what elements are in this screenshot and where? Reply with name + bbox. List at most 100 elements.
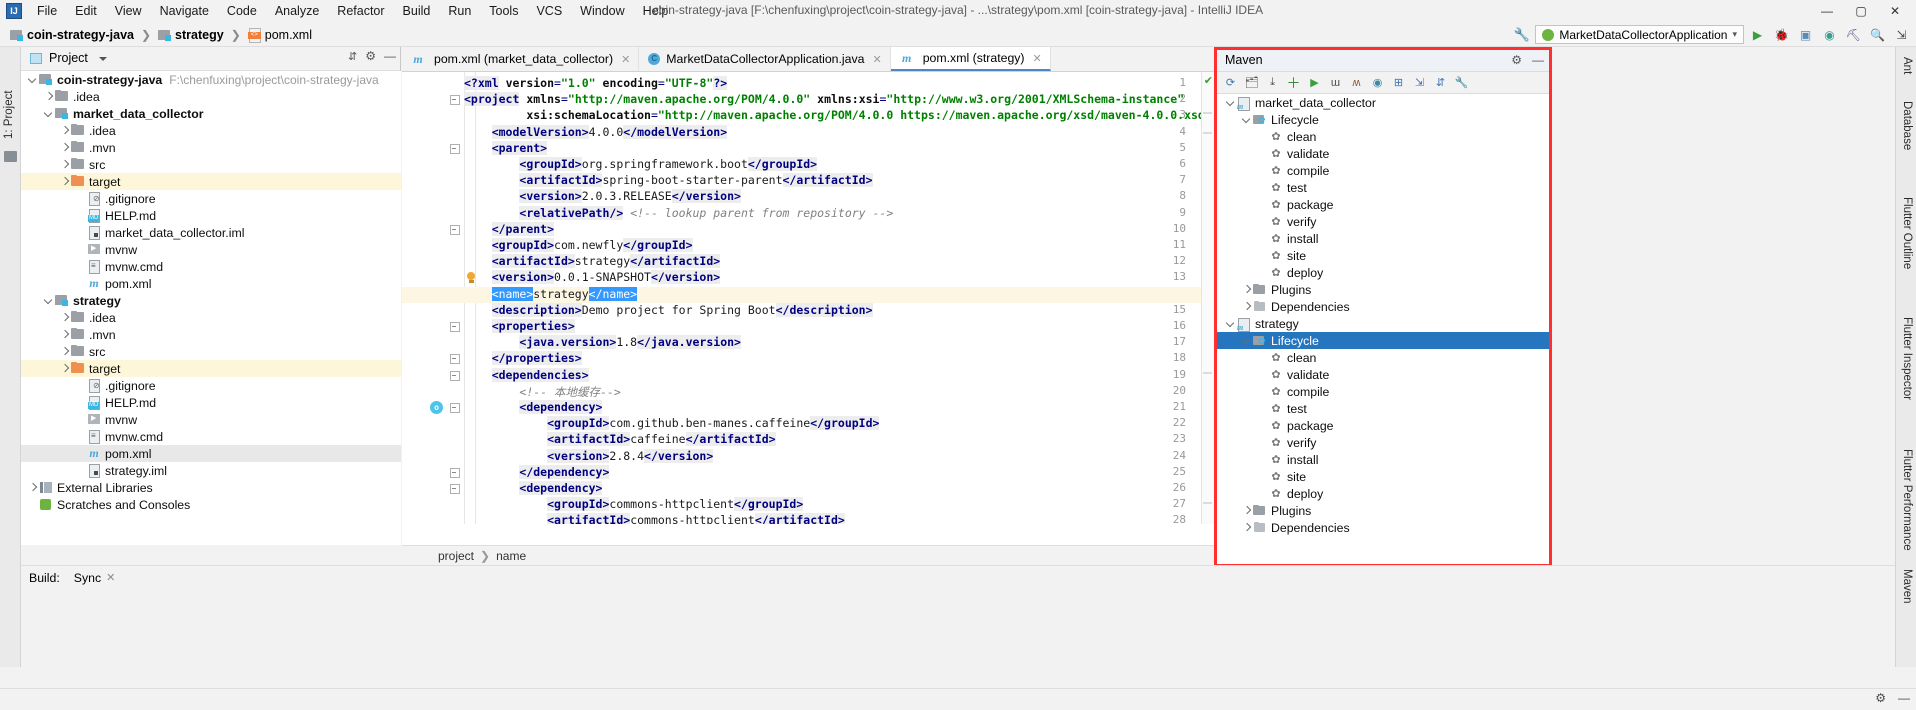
run-icon[interactable]: ▶: [1305, 73, 1324, 92]
build-label[interactable]: Build:: [29, 571, 60, 585]
menu-code[interactable]: Code: [218, 0, 266, 22]
project-tree-row[interactable]: .gitignore: [21, 377, 401, 394]
code-line[interactable]: <version>2.8.4</version>: [464, 448, 1214, 465]
project-tree-row[interactable]: HELP.md: [21, 207, 401, 224]
code-line[interactable]: <relativePath/> <!-- lookup parent from …: [464, 205, 1214, 222]
maven-tree-row[interactable]: ✿ verify: [1217, 213, 1549, 230]
right-strip-tab-maven[interactable]: Maven: [1896, 567, 1916, 677]
run-configuration-selector[interactable]: MarketDataCollectorApplication ▾: [1535, 25, 1744, 44]
tree-twisty-right[interactable]: [59, 343, 70, 360]
chevron-down-icon[interactable]: [99, 57, 107, 61]
maven-tree-row[interactable]: ✿ compile: [1217, 383, 1549, 400]
tree-twisty-down[interactable]: [27, 71, 38, 88]
code-fold-toggle[interactable]: [450, 354, 460, 365]
code-fold-toggle[interactable]: [450, 370, 460, 381]
coverage-icon[interactable]: ▣: [1795, 25, 1816, 45]
breadcrumb-item-project[interactable]: coin-strategy-java: [6, 26, 138, 44]
build-icon[interactable]: ⛏: [1843, 25, 1864, 45]
tree-twisty-down[interactable]: [43, 292, 54, 309]
maven-tree-row[interactable]: Dependencies: [1217, 519, 1549, 536]
skip-tests-icon[interactable]: ɯ: [1326, 73, 1345, 92]
breadcrumb-item-module[interactable]: strategy: [154, 26, 228, 44]
code-line[interactable]: <properties>: [464, 319, 1214, 335]
code-line[interactable]: <dependencies>: [464, 367, 1214, 384]
code-line[interactable]: <artifactId>caffeine</artifactId>: [464, 432, 1214, 448]
project-tree-row[interactable]: Scratches and Consoles: [21, 496, 401, 513]
error-stripe-gutter[interactable]: ✔: [1201, 72, 1214, 524]
maven-tree-row[interactable]: ✿ site: [1217, 468, 1549, 485]
tree-twisty-right[interactable]: [27, 479, 38, 496]
code-line[interactable]: <name>strategy</name>: [402, 286, 1214, 303]
menu-run[interactable]: Run: [439, 0, 480, 22]
tree-twisty-right[interactable]: [59, 360, 70, 377]
settings-gear-icon[interactable]: ⚙: [1511, 53, 1522, 67]
right-strip-tab-flutter-performance[interactable]: Flutter Performance: [1896, 447, 1916, 557]
maven-tree-row[interactable]: strategy: [1217, 315, 1549, 332]
editor-breadcrumb-project[interactable]: project: [438, 549, 474, 563]
maven-tree-row[interactable]: ✿ deploy: [1217, 485, 1549, 502]
maven-tree-row[interactable]: Plugins: [1217, 502, 1549, 519]
code-line[interactable]: <java.version>1.8</java.version>: [464, 335, 1214, 351]
code-editor[interactable]: 1 <?xml version="1.0" encoding="UTF-8"?> 2…: [402, 72, 1214, 524]
code-line[interactable]: <version>0.0.1-SNAPSHOT</version>: [464, 270, 1214, 286]
tree-twisty-right[interactable]: [59, 173, 70, 190]
sync-tab[interactable]: Sync ✕: [74, 571, 116, 585]
editor-tab[interactable]: MarketDataCollectorApplication.java ✕: [639, 47, 891, 71]
tree-twisty-down[interactable]: [1241, 111, 1252, 128]
project-tree-row[interactable]: m pom.xml: [21, 275, 401, 292]
maven-tree-row[interactable]: ✿ test: [1217, 179, 1549, 196]
code-line[interactable]: <artifactId>strategy</artifactId>: [464, 254, 1214, 270]
editor-tab[interactable]: m pom.xml (market_data_collector) ✕: [402, 47, 640, 71]
tree-twisty-right[interactable]: [1241, 519, 1252, 536]
code-line[interactable]: <?xml version="1.0" encoding="UTF-8"?>: [464, 76, 1214, 92]
maven-tree-row[interactable]: ✿ package: [1217, 196, 1549, 213]
code-line[interactable]: <!-- 本地缓存-->: [464, 384, 1214, 400]
menu-analyze[interactable]: Analyze: [266, 0, 328, 22]
code-line[interactable]: <parent>: [464, 140, 1214, 157]
maven-tree-row[interactable]: ✿ compile: [1217, 162, 1549, 179]
project-tree-row[interactable]: src: [21, 156, 401, 173]
project-tree-row[interactable]: .idea: [21, 88, 401, 105]
code-line[interactable]: </properties>: [464, 351, 1214, 367]
hide-icon[interactable]: —: [1898, 691, 1910, 705]
code-line[interactable]: <dependency>: [464, 481, 1214, 497]
project-tree-row[interactable]: target: [21, 173, 401, 190]
close-button[interactable]: ✕: [1878, 0, 1912, 22]
tree-twisty-down[interactable]: [43, 105, 54, 122]
close-tab-icon[interactable]: ✕: [873, 53, 882, 66]
code-line[interactable]: <artifactId>spring-boot-starter-parent</…: [464, 173, 1214, 189]
code-fold-toggle[interactable]: [450, 403, 460, 413]
settings-gear-icon[interactable]: ⚙: [1875, 691, 1886, 705]
breadcrumb-item-file[interactable]: pom.xml: [244, 26, 316, 44]
project-tree-row[interactable]: External Libraries: [21, 479, 401, 496]
settings-gear-icon[interactable]: ⚙: [365, 49, 376, 63]
tree-twisty-right[interactable]: [1241, 281, 1252, 298]
close-tab-icon[interactable]: ✕: [1033, 52, 1042, 65]
code-fold-toggle[interactable]: [450, 467, 460, 478]
code-line[interactable]: <description>Demo project for Spring Boo…: [464, 302, 1214, 319]
code-fold-toggle[interactable]: [450, 143, 460, 154]
maven-tree-row[interactable]: ✿ verify: [1217, 434, 1549, 451]
add-maven-project-icon[interactable]: ＋: [1284, 73, 1303, 92]
maven-tree-row[interactable]: Plugins: [1217, 281, 1549, 298]
bookmark-icon[interactable]: o: [430, 401, 443, 414]
stretch-icon[interactable]: ⇲: [1891, 25, 1912, 45]
code-line[interactable]: <dependency>: [464, 400, 1214, 416]
project-tree-row[interactable]: mvnw.cmd: [21, 428, 401, 445]
execute-goal-icon[interactable]: ʍ: [1347, 73, 1366, 92]
close-icon[interactable]: ✕: [106, 571, 115, 584]
project-tree-row[interactable]: strategy.iml: [21, 462, 401, 479]
maven-tree-row[interactable]: ✿ validate: [1217, 145, 1549, 162]
maven-settings-icon[interactable]: 🔧: [1452, 73, 1471, 92]
project-tree-row[interactable]: coin-strategy-java F:\chenfuxing\project\…: [21, 71, 401, 88]
maven-tree-row[interactable]: market_data_collector: [1217, 94, 1549, 111]
search-icon[interactable]: 🔍: [1867, 25, 1888, 45]
code-line[interactable]: <project xmlns="http://maven.apache.org/…: [464, 92, 1214, 108]
code-line[interactable]: <groupId>commons-httpclient</groupId>: [464, 497, 1214, 513]
hide-icon[interactable]: —: [384, 49, 396, 63]
tree-twisty-right[interactable]: [59, 309, 70, 326]
minimize-button[interactable]: —: [1810, 0, 1844, 22]
maven-tree-row[interactable]: Dependencies: [1217, 298, 1549, 315]
profile-icon[interactable]: ◉: [1819, 25, 1840, 45]
tree-twisty-right[interactable]: [59, 122, 70, 139]
